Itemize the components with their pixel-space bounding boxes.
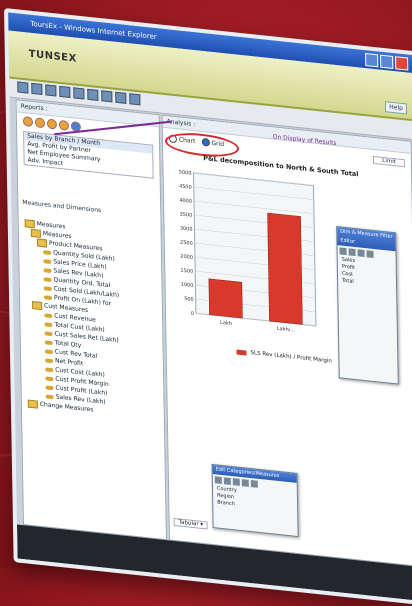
y-tick-label: 3000 bbox=[180, 226, 193, 233]
key-icon bbox=[43, 285, 52, 291]
legend-swatch bbox=[236, 349, 247, 356]
y-tick-label: 2000 bbox=[180, 254, 193, 261]
report-action-icon[interactable] bbox=[34, 117, 46, 129]
y-tick-label: 1500 bbox=[180, 268, 193, 275]
key-icon bbox=[45, 393, 54, 399]
y-tick-label: 4000 bbox=[179, 198, 192, 205]
popup-tool-icon[interactable] bbox=[214, 476, 222, 485]
x-tick-label: Lakh bbox=[220, 320, 232, 327]
popup-tool-icon[interactable] bbox=[339, 247, 347, 256]
chart-bar bbox=[267, 212, 303, 325]
key-icon bbox=[44, 330, 53, 336]
key-icon bbox=[45, 366, 54, 372]
edit-categories-popup: Edit Categories/Measures Country Region … bbox=[211, 463, 299, 538]
y-tick-label: 2500 bbox=[180, 240, 193, 247]
close-button[interactable] bbox=[395, 56, 409, 71]
filter-editor-popup: Dim & Measure Filter Editor Sales Profit… bbox=[336, 226, 399, 385]
folder-icon bbox=[24, 218, 35, 228]
bar-chart: 0 500 1000 1500 2000 2500 3000 3500 4000 4500 5000… bbox=[179, 169, 317, 334]
app-logo: TUNSEX bbox=[28, 48, 77, 65]
key-icon bbox=[45, 357, 54, 363]
limit-dropdown[interactable]: Limit bbox=[373, 155, 405, 168]
key-icon bbox=[44, 339, 53, 345]
popup-tool-icon[interactable] bbox=[348, 248, 356, 257]
folder-icon bbox=[27, 399, 38, 409]
popup-tool-icon[interactable] bbox=[366, 250, 374, 258]
folder-icon bbox=[36, 238, 48, 248]
y-tick-label: 5000 bbox=[179, 169, 192, 176]
y-tick-label: 1000 bbox=[181, 282, 194, 289]
print-icon[interactable] bbox=[59, 85, 71, 99]
maximize-button[interactable] bbox=[380, 54, 394, 70]
key-icon bbox=[43, 276, 52, 282]
chart-icon[interactable] bbox=[101, 90, 113, 103]
open-icon[interactable] bbox=[31, 82, 43, 96]
y-tick-label: 4500 bbox=[179, 183, 192, 190]
settings-icon[interactable] bbox=[129, 93, 141, 106]
minimize-button[interactable] bbox=[365, 53, 379, 68]
x-tick-label: Lakh/... bbox=[277, 326, 296, 334]
new-icon[interactable] bbox=[17, 81, 29, 94]
dimensions-title: Measures and Dimensions bbox=[18, 196, 161, 223]
save-icon[interactable] bbox=[45, 84, 57, 97]
popup-tool-icon[interactable] bbox=[357, 249, 365, 258]
filter-icon[interactable] bbox=[87, 88, 99, 101]
y-tick-label: 500 bbox=[184, 296, 194, 303]
refresh-icon[interactable] bbox=[73, 87, 85, 100]
folder-icon bbox=[32, 300, 43, 310]
measures-tree: Measures Measures Product Measures Quantity… bbox=[24, 218, 158, 421]
popup-tool-icon[interactable] bbox=[241, 479, 249, 487]
help-button[interactable]: Help bbox=[385, 101, 408, 115]
key-icon bbox=[43, 249, 52, 255]
popup-tool-icon[interactable] bbox=[232, 478, 240, 486]
key-icon bbox=[43, 258, 52, 264]
workspace: Reports : Sales by Branch / Month Avg. P… bbox=[10, 95, 412, 568]
key-icon bbox=[44, 321, 53, 327]
key-icon bbox=[43, 267, 52, 273]
key-icon bbox=[43, 294, 52, 300]
report-action-icon[interactable] bbox=[46, 118, 58, 130]
monitor-screen: ToursEx - Windows Internet Explorer TUNS… bbox=[4, 8, 412, 606]
popup-tool-icon[interactable] bbox=[223, 477, 231, 485]
folder-icon bbox=[30, 228, 41, 238]
y-tick-label: 3500 bbox=[180, 212, 193, 219]
left-panel: Reports : Sales by Branch / Month Avg. P… bbox=[15, 99, 167, 541]
chart-bar bbox=[208, 278, 243, 319]
view-dropdown[interactable]: Tabular ▾ bbox=[173, 517, 209, 530]
key-icon bbox=[44, 312, 53, 318]
key-icon bbox=[45, 384, 54, 390]
report-action-icon[interactable] bbox=[22, 116, 34, 128]
export-icon[interactable] bbox=[115, 91, 127, 104]
popup-tool-icon[interactable] bbox=[250, 480, 258, 488]
key-icon bbox=[44, 348, 53, 354]
y-tick-label: 0 bbox=[191, 311, 194, 317]
key-icon bbox=[45, 375, 54, 381]
report-action-icon[interactable] bbox=[58, 119, 70, 131]
